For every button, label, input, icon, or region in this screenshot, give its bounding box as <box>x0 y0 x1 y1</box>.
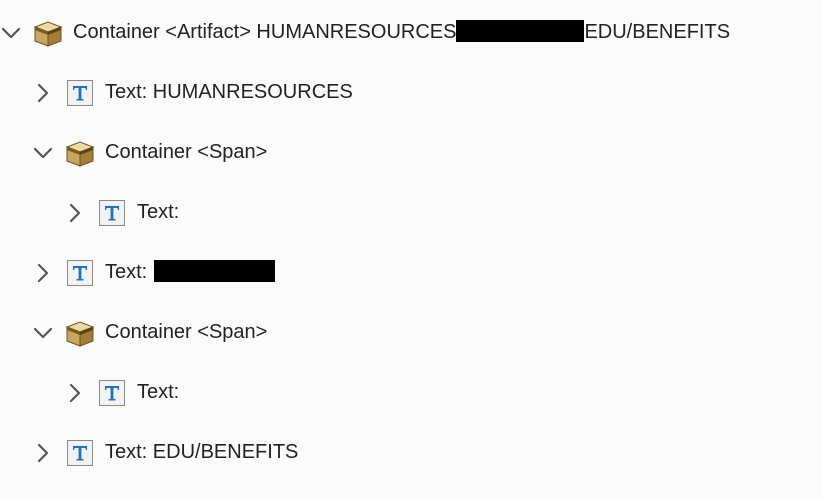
tree-node-text-edu[interactable]: Text: EDU/BENEFITS <box>32 423 298 483</box>
chevron-right-icon[interactable] <box>32 82 54 104</box>
text-redacted-label-text: Text: <box>105 261 148 283</box>
text-redacted-label: Text: <box>105 260 275 284</box>
chevron-right-icon[interactable] <box>64 202 86 224</box>
redaction-bar <box>153 260 275 282</box>
span-2-label: Container <Span> <box>105 321 268 343</box>
container-box-icon <box>64 137 96 169</box>
text-element-icon <box>96 377 128 409</box>
container-box-icon <box>32 17 64 49</box>
structure-tree: Container <Artifact> HUMANRESOURCES EDU/B… <box>0 0 822 498</box>
text-element-icon <box>64 257 96 289</box>
text-edu-label: Text: EDU/BENEFITS <box>105 441 299 463</box>
tree-node-span-1[interactable]: Container <Span> <box>32 123 267 183</box>
root-container-label: Container <Artifact> HUMANRESOURCES EDU/B… <box>73 20 730 44</box>
tree-node-root-container[interactable]: Container <Artifact> HUMANRESOURCES EDU/B… <box>0 3 730 63</box>
redaction-bar <box>456 20 585 42</box>
chevron-right-icon[interactable] <box>32 442 54 464</box>
span-2-text-label: Text: <box>137 381 180 403</box>
root-container-label-suffix: EDU/BENEFITS <box>584 21 731 43</box>
chevron-right-icon[interactable] <box>32 262 54 284</box>
root-container-label-prefix: Container <Artifact> HUMANRESOURCES <box>73 21 457 43</box>
tree-node-text-hr[interactable]: Text: HUMANRESOURCES <box>32 63 353 123</box>
tree-node-text-redacted[interactable]: Text: <box>32 243 275 303</box>
text-element-icon <box>64 437 96 469</box>
span-1-text-label: Text: <box>137 201 180 223</box>
chevron-down-icon[interactable] <box>0 22 22 44</box>
chevron-down-icon[interactable] <box>32 142 54 164</box>
container-box-icon <box>64 317 96 349</box>
text-hr-label: Text: HUMANRESOURCES <box>105 81 353 103</box>
span-1-label: Container <Span> <box>105 141 268 163</box>
tree-node-span-1-text[interactable]: Text: <box>64 183 179 243</box>
chevron-right-icon[interactable] <box>64 382 86 404</box>
chevron-down-icon[interactable] <box>32 322 54 344</box>
tree-node-span-2[interactable]: Container <Span> <box>32 303 267 363</box>
tree-node-span-2-text[interactable]: Text: <box>64 363 179 423</box>
text-element-icon <box>96 197 128 229</box>
text-element-icon <box>64 77 96 109</box>
